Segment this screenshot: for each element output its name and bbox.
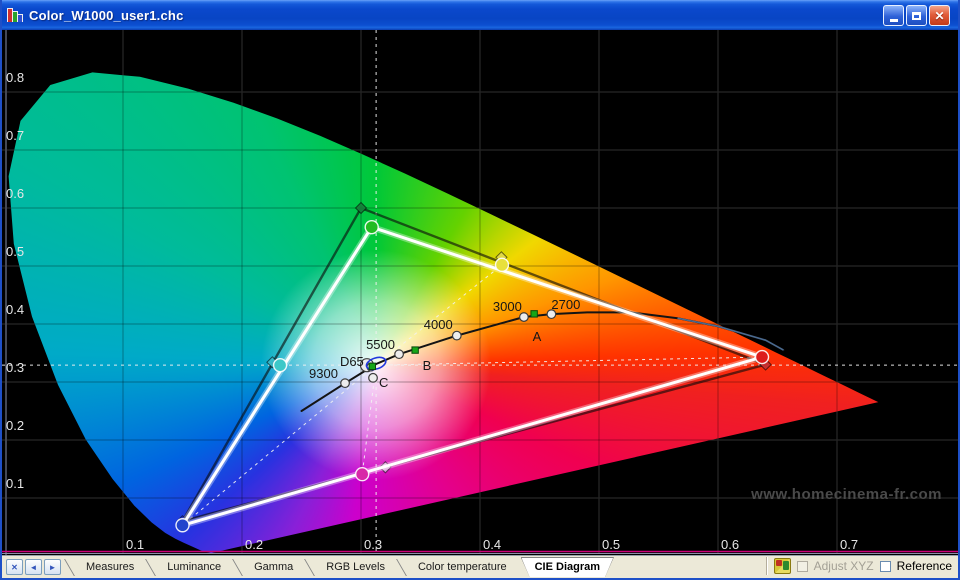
tab-cie-diagram[interactable]: CIE Diagram [521, 557, 614, 577]
maximize-icon [912, 12, 921, 20]
tab-gamma[interactable]: Gamma [240, 557, 307, 577]
measured-gamut-triangle [183, 227, 763, 525]
illuminant-label-2700: 2700 [551, 297, 580, 312]
measured-reading-square [369, 363, 375, 369]
reference-point-green [356, 203, 367, 214]
watermark: www.homecinema-fr.com [751, 486, 942, 503]
illuminant-label-5500: 5500 [366, 337, 395, 352]
illuminant-marker-5500 [395, 350, 404, 359]
close-icon: ✕ [934, 10, 944, 22]
whitepoint-dashed-line [183, 365, 377, 525]
illuminant-marker-9300 [341, 379, 350, 388]
measured-primary-magenta[interactable] [356, 468, 369, 481]
minimize-icon [890, 19, 898, 22]
x-tick-label: 0.7 [840, 537, 858, 552]
reference-checkbox[interactable] [880, 561, 891, 572]
x-tick-label: 0.1 [126, 537, 144, 552]
y-tick-label: 0.5 [6, 244, 24, 259]
tabnav-close-button[interactable]: ✕ [6, 559, 23, 575]
illuminant-label-C: C [379, 375, 388, 390]
tab-navigation: ✕ ◄ ► [6, 559, 61, 575]
window-title: Color_W1000_user1.chc [29, 8, 184, 23]
illuminant-marker-4000 [452, 331, 461, 340]
tab-label: Luminance [167, 561, 221, 573]
y-tick-label: 0.8 [6, 70, 24, 85]
application-window: Color_W1000_user1.chc ✕ 9300D65 C 5500 4000… [0, 0, 960, 580]
tab-label: RGB Levels [326, 561, 385, 573]
tabs: Measures Luminance Gamma RGB Levels Color te… [67, 557, 614, 577]
illuminant-label-B: B [423, 358, 432, 373]
tabnav-prev-button[interactable]: ◄ [25, 559, 42, 575]
y-tick-label: 0.4 [6, 302, 24, 317]
illuminant-label-4000: 4000 [424, 317, 453, 332]
illuminant-label-3000: 3000 [493, 299, 522, 314]
title-bar[interactable]: Color_W1000_user1.chc ✕ [0, 0, 960, 31]
footer-divider [766, 557, 768, 575]
tab-label: Gamma [254, 561, 293, 573]
tab-rgb-levels[interactable]: RGB Levels [312, 557, 399, 577]
y-tick-label: 0.6 [6, 186, 24, 201]
y-tick-label: 0.2 [6, 418, 24, 433]
icon-bar-blue [17, 14, 23, 22]
minimize-button[interactable] [883, 5, 904, 26]
diagram-overlay-layer [2, 30, 958, 555]
tab-label: Measures [86, 561, 134, 573]
maximize-button[interactable] [906, 5, 927, 26]
adjust-xyz-checkbox[interactable] [797, 561, 808, 572]
sensor-icon[interactable] [774, 558, 791, 574]
adjust-xyz-label: Adjust XYZ [814, 559, 874, 573]
illuminant-marker-C [369, 374, 378, 383]
measured-primary-green[interactable] [365, 221, 378, 234]
measured-primary-yellow[interactable] [496, 258, 509, 271]
illuminant-label-D65: D65 [340, 354, 364, 369]
illuminant-label-9300: 9300 [309, 366, 338, 381]
close-button[interactable]: ✕ [929, 5, 950, 26]
app-icon [7, 7, 23, 23]
x-tick-label: 0.2 [245, 537, 263, 552]
illuminant-label-A: A [533, 329, 542, 344]
y-tick-label: 0.7 [6, 128, 24, 143]
y-tick-label: 0.3 [6, 360, 24, 375]
measured-reading-square [412, 347, 418, 353]
tab-color-temperature[interactable]: Color temperature [404, 557, 521, 577]
measured-reading-square [531, 311, 537, 317]
whitepoint-dashed-line [376, 357, 762, 365]
tab-label: Color temperature [418, 561, 507, 573]
x-tick-label: 0.5 [602, 537, 620, 552]
measured-primary-red[interactable] [756, 351, 769, 364]
footer-controls: Adjust XYZ Reference [766, 556, 952, 576]
tab-measures[interactable]: Measures [72, 557, 148, 577]
tab-luminance[interactable]: Luminance [153, 557, 235, 577]
reference-label: Reference [897, 559, 952, 573]
y-tick-label: 0.1 [6, 476, 24, 491]
blackbody-curve [302, 312, 784, 411]
measured-gamut-glow [183, 227, 763, 525]
measured-primary-blue[interactable] [176, 519, 189, 532]
x-tick-label: 0.4 [483, 537, 501, 552]
x-tick-label: 0.3 [364, 537, 382, 552]
tabnav-next-button[interactable]: ► [44, 559, 61, 575]
x-tick-label: 0.6 [721, 537, 739, 552]
cie-diagram-panel: 9300D65 C 5500 4000 3000 2700 A B 0.1 0.2 0.3 0.4 0.… [2, 30, 958, 555]
measured-primary-cyan[interactable] [274, 359, 287, 372]
tab-label: CIE Diagram [535, 561, 600, 573]
